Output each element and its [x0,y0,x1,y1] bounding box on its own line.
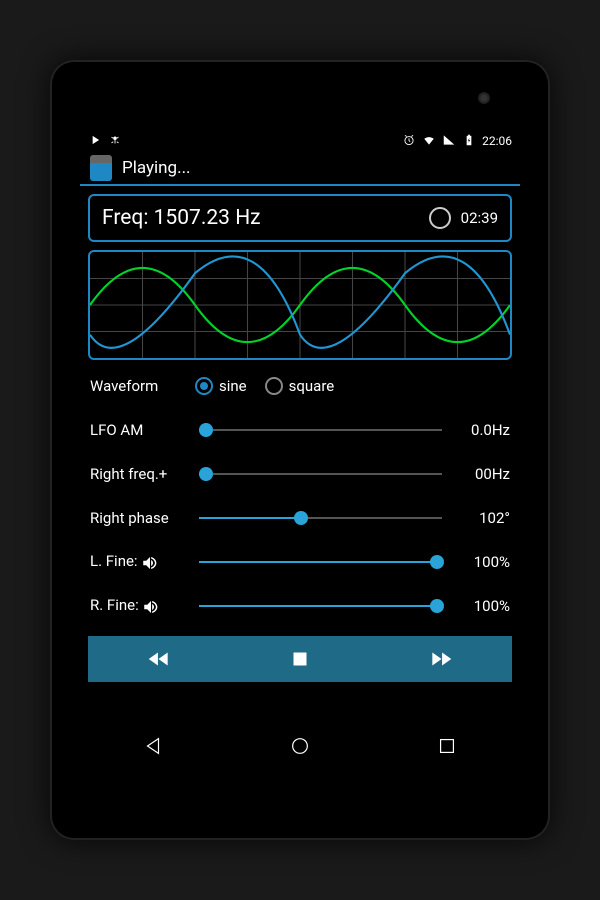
volume-icon [141,552,159,570]
tablet-frame: 22:06 Playing... Freq: 1507.23 Hz 02:39 [50,60,550,840]
statusbar: 22:06 [80,130,520,152]
elapsed-time: 02:39 [461,209,498,227]
debug-icon [108,133,122,150]
lfine-label: L. Fine: [90,552,195,571]
waveform-label: Waveform [90,377,195,395]
stop-button[interactable] [229,636,370,682]
rphase-slider[interactable] [199,508,442,528]
lfo-label: LFO AM [90,421,195,439]
radio-square[interactable]: square [265,377,335,395]
alarm-icon [402,133,416,150]
lfine-value: 100% [450,553,510,571]
recent-button[interactable] [436,735,458,761]
rfine-label: R. Fine: [90,596,195,615]
rfreq-label: Right freq.+ [90,465,195,483]
lfo-slider[interactable] [199,420,442,440]
frequency-label: Freq: 1507.23 Hz [102,206,419,230]
lfo-value: 0.0Hz [450,421,510,439]
radio-sine-label: sine [219,377,247,395]
lfine-slider[interactable] [199,552,442,572]
forward-button[interactable] [371,636,512,682]
volume-icon [142,596,160,614]
rewind-button[interactable] [88,636,229,682]
app-title: Playing... [122,158,191,178]
radio-sine[interactable]: sine [195,377,247,395]
rphase-value: 102° [450,509,510,527]
android-navbar [80,726,520,770]
frequency-display[interactable]: Freq: 1507.23 Hz 02:39 [88,194,512,242]
loading-icon [429,207,451,229]
back-button[interactable] [142,735,164,761]
camera-dot [478,92,490,104]
screen: 22:06 Playing... Freq: 1507.23 Hz 02:39 [80,130,520,770]
waveform-row: Waveform sine square [88,368,512,404]
rfreq-slider[interactable] [199,464,442,484]
rphase-label: Right phase [90,509,195,527]
home-button[interactable] [289,735,311,761]
oscilloscope [88,250,512,360]
titlebar: Playing... [80,152,520,186]
play-icon [88,133,102,150]
playback-bar [88,636,512,682]
rfreq-value: 00Hz [450,465,510,483]
battery-icon [462,133,476,150]
signal-icon [442,133,456,150]
rfine-value: 100% [450,597,510,615]
radio-square-label: square [289,377,335,395]
rfine-slider[interactable] [199,596,442,616]
statusbar-time: 22:06 [482,134,512,148]
wifi-icon [422,133,436,150]
app-icon [90,155,112,181]
